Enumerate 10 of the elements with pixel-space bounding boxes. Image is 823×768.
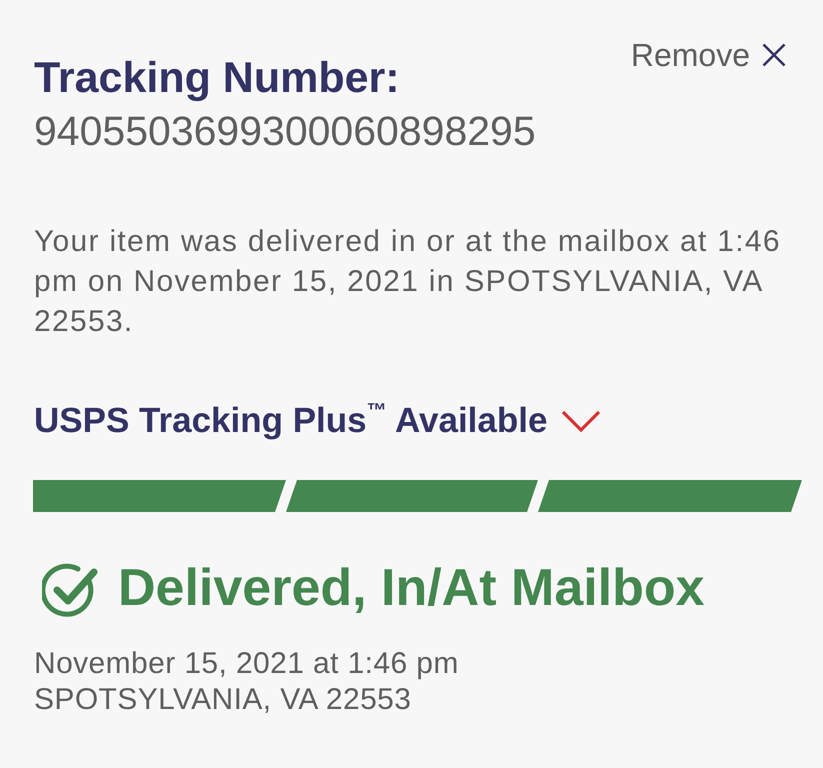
tracking-number: 9405503699300060898295 <box>34 108 536 154</box>
delivery-message: Your item was delivered in or at the mailbox at 1:46 pm on November 15, 2021 in SPOTSYLVANIA, VA 22553. <box>34 224 782 340</box>
remove-button[interactable]: Remove <box>630 37 786 73</box>
close-icon <box>762 43 786 67</box>
delivery-location: SPOTSYLVANIA, VA 22553 <box>34 682 412 718</box>
check-circle-icon <box>42 563 100 619</box>
tracking-number-heading: Tracking Number: <box>34 54 401 102</box>
tracking-plus-toggle[interactable]: USPS Tracking Plus$^{™}$ Available <box>34 401 602 441</box>
delivery-date: November 15, 2021 at 1:46 pm <box>34 646 459 682</box>
delivery-status: Delivered, In/At Mailbox <box>118 559 705 617</box>
